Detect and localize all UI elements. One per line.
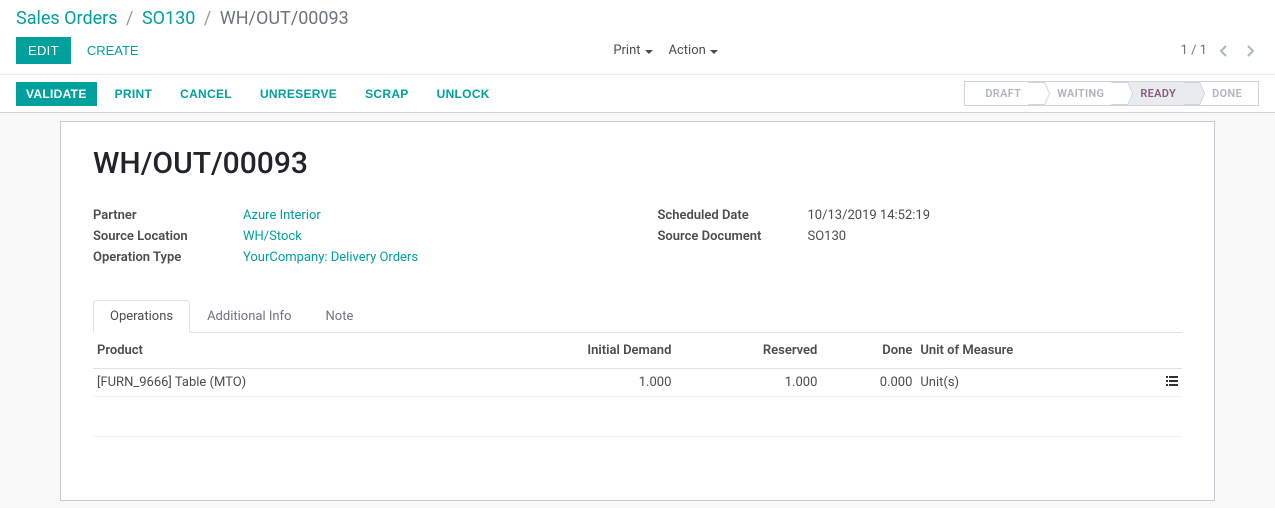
caret-down-icon — [645, 50, 653, 54]
source-document-value: SO130 — [808, 229, 847, 244]
record-title: WH/OUT/00093 — [93, 146, 1182, 181]
operation-type-label: Operation Type — [93, 250, 243, 265]
partner-label: Partner — [93, 208, 243, 223]
validate-button[interactable]: VALIDATE — [16, 82, 97, 106]
unlock-button[interactable]: UNLOCK — [427, 82, 500, 106]
cell-reserved: 1.000 — [675, 369, 821, 397]
pager-next[interactable] — [1241, 45, 1259, 57]
operation-type-value[interactable]: YourCompany: Delivery Orders — [243, 250, 418, 265]
print-dropdown[interactable]: Print — [613, 43, 652, 58]
col-initial-demand[interactable]: Initial Demand — [460, 333, 675, 369]
breadcrumb-current: WH/OUT/00093 — [220, 8, 349, 29]
cell-uom: Unit(s) — [916, 369, 1152, 397]
scheduled-date-value: 10/13/2019 14:52:19 — [808, 208, 931, 223]
action-dropdown[interactable]: Action — [669, 43, 718, 58]
source-location-label: Source Location — [93, 229, 243, 244]
tab-additional-info[interactable]: Additional Info — [190, 300, 308, 333]
scheduled-date-label: Scheduled Date — [658, 208, 808, 223]
source-location-value[interactable]: WH/Stock — [243, 229, 302, 244]
form-sheet: WH/OUT/00093 Partner Azure Interior Sour… — [60, 121, 1215, 501]
status-draft[interactable]: DRAFT — [964, 81, 1037, 106]
unreserve-button[interactable]: UNRESERVE — [250, 82, 347, 106]
cell-done: 0.000 — [821, 369, 916, 397]
breadcrumb-parent[interactable]: SO130 — [142, 8, 195, 29]
status-bar: DRAFT WAITING READY DONE — [964, 81, 1259, 106]
pager: 1 / 1 — [1181, 43, 1259, 58]
tab-note[interactable]: Note — [309, 300, 371, 333]
cancel-button[interactable]: CANCEL — [170, 82, 242, 106]
source-document-label: Source Document — [658, 229, 808, 244]
col-done[interactable]: Done — [821, 333, 916, 369]
detail-list-icon[interactable] — [1166, 376, 1178, 386]
table-row[interactable]: [FURN_9666] Table (MTO) 1.000 1.000 0.00… — [93, 369, 1182, 397]
caret-down-icon — [710, 50, 718, 54]
col-product[interactable]: Product — [93, 333, 460, 369]
pager-count: 1 / 1 — [1181, 43, 1207, 58]
pager-prev[interactable] — [1215, 45, 1233, 57]
tab-operations[interactable]: Operations — [93, 300, 190, 333]
tabs: Operations Additional Info Note — [93, 300, 1182, 333]
scrap-button[interactable]: SCRAP — [355, 82, 419, 106]
breadcrumb: Sales Orders / SO130 / WH/OUT/00093 — [0, 0, 1275, 33]
cell-initial-demand: 1.000 — [460, 369, 675, 397]
operations-table: Product Initial Demand Reserved Done Uni… — [93, 333, 1182, 437]
col-reserved[interactable]: Reserved — [675, 333, 821, 369]
create-button[interactable]: CREATE — [75, 37, 151, 64]
print-button[interactable]: PRINT — [105, 82, 163, 106]
edit-button[interactable]: EDIT — [16, 37, 71, 64]
partner-value[interactable]: Azure Interior — [243, 208, 321, 223]
breadcrumb-root[interactable]: Sales Orders — [16, 8, 118, 29]
cell-product: [FURN_9666] Table (MTO) — [93, 369, 460, 397]
col-uom[interactable]: Unit of Measure — [916, 333, 1152, 369]
